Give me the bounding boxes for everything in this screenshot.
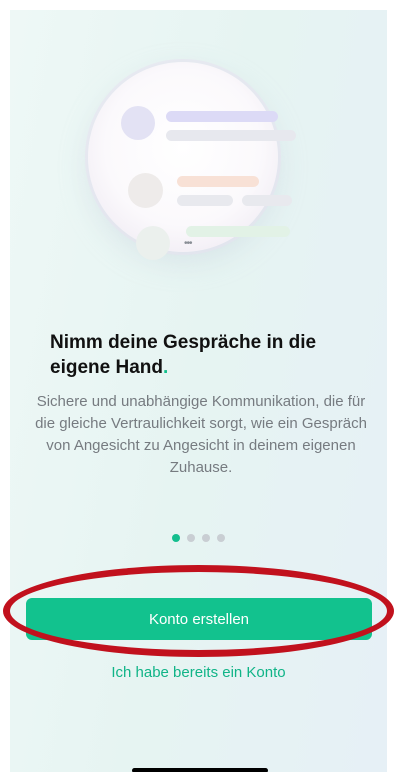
message-bar-5 — [242, 195, 292, 206]
avatar-placeholder-1 — [121, 106, 155, 140]
message-bar-6 — [186, 226, 290, 237]
page-dot-2[interactable] — [187, 534, 195, 542]
page-dot-4[interactable] — [217, 534, 225, 542]
page-dot-1[interactable] — [172, 534, 180, 542]
message-bar-2 — [166, 130, 296, 141]
message-bar-1 — [166, 111, 278, 122]
avatar-placeholder-3 — [136, 226, 170, 260]
onboarding-headline: Nimm deine Gespräche in die eigene Hand. — [50, 330, 350, 380]
home-indicator[interactable] — [132, 768, 268, 772]
login-link[interactable]: Ich habe bereits ein Konto — [10, 664, 387, 681]
onboarding-screen: ••• Nimm deine Gespräche in die eigene H… — [10, 10, 387, 772]
page-dot-3[interactable] — [202, 534, 210, 542]
avatar-placeholder-2 — [128, 173, 163, 208]
page-indicator — [172, 534, 225, 542]
onboarding-description: Sichere und unabhängige Kommunikation, d… — [35, 393, 367, 476]
message-bar-3 — [177, 176, 259, 187]
message-bar-4 — [177, 195, 233, 206]
headline-accent-dot: . — [162, 357, 169, 378]
create-account-button[interactable]: Konto erstellen — [26, 598, 372, 640]
typing-indicator: ••• — [184, 238, 192, 249]
chat-illustration: ••• — [88, 62, 296, 260]
headline-text: Nimm deine Gespräche in die eigene Hand — [50, 332, 317, 378]
